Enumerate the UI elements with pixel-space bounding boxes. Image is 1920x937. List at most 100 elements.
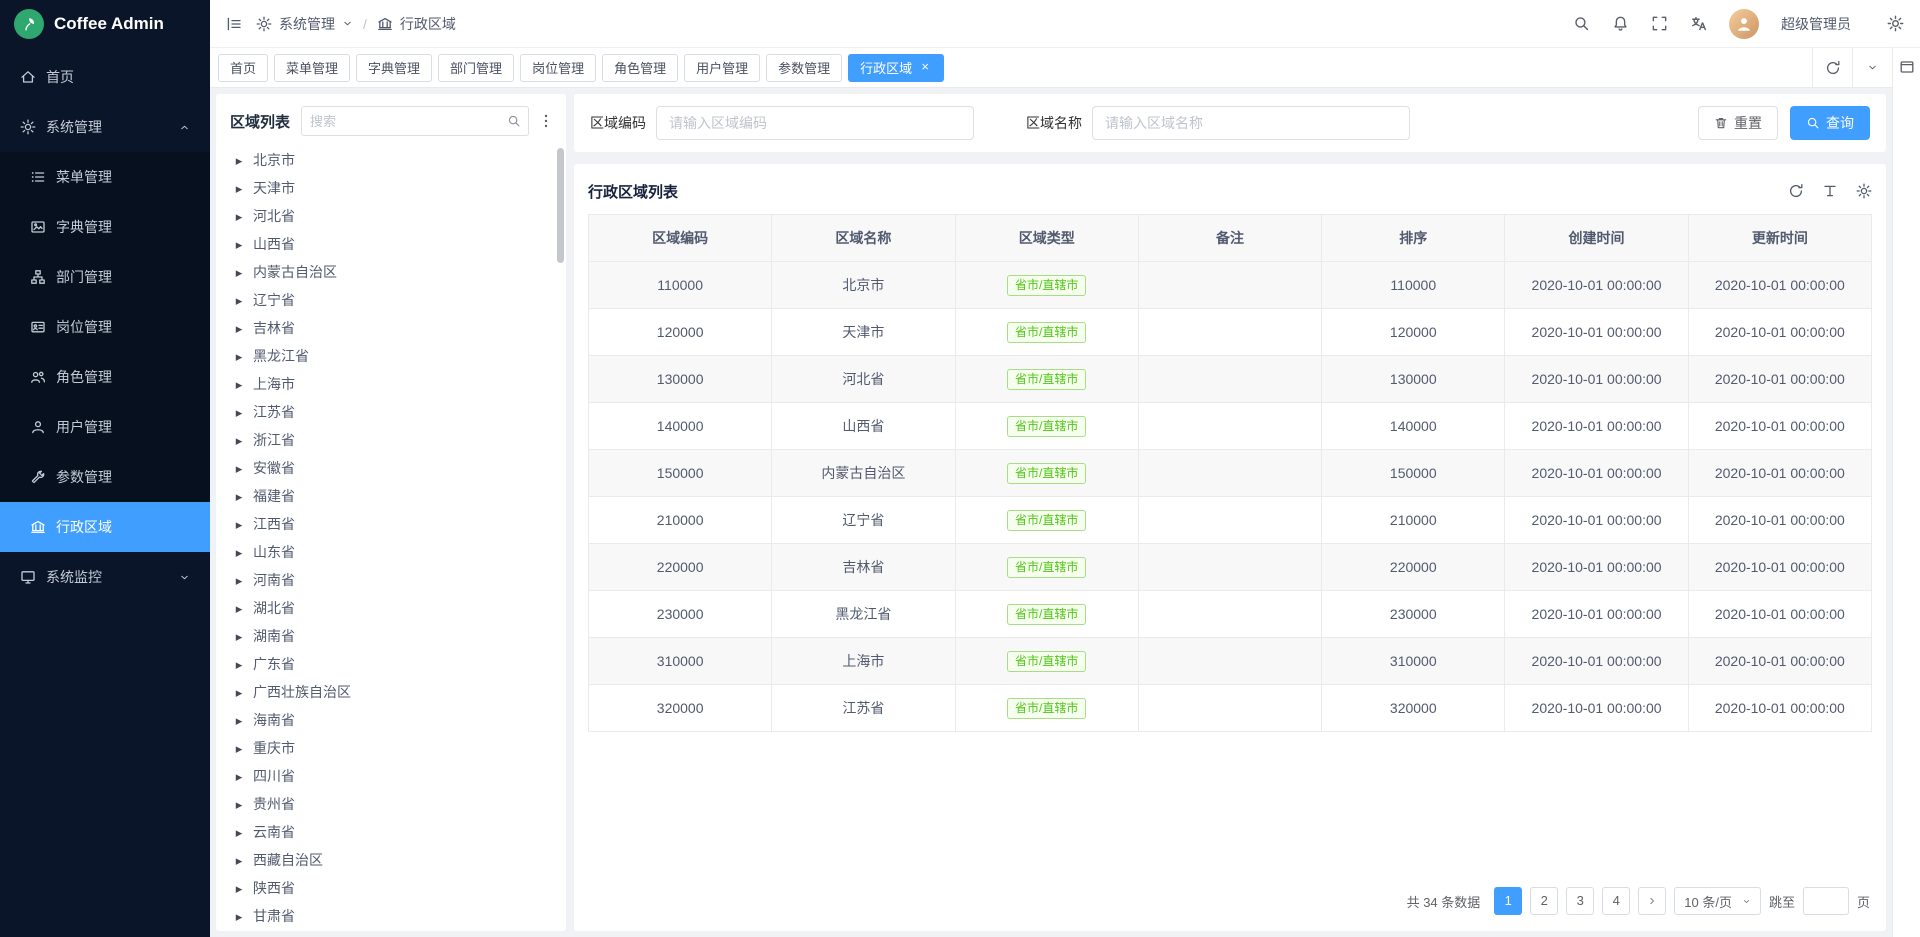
caret-right-icon[interactable] — [234, 740, 244, 757]
tree-item[interactable]: 山西省 — [228, 230, 554, 258]
page-button[interactable]: 3 — [1566, 887, 1594, 915]
caret-right-icon[interactable] — [234, 796, 244, 813]
caret-right-icon[interactable] — [234, 320, 244, 337]
bell-icon[interactable] — [1612, 15, 1629, 32]
fullscreen-icon[interactable] — [1651, 15, 1668, 32]
tree-item[interactable]: 湖南省 — [228, 622, 554, 650]
tree-item[interactable]: 内蒙古自治区 — [228, 258, 554, 286]
tree-item[interactable]: 贵州省 — [228, 790, 554, 818]
caret-right-icon[interactable] — [234, 264, 244, 281]
tree-item[interactable]: 黑龙江省 — [228, 342, 554, 370]
caret-right-icon[interactable] — [234, 180, 244, 197]
caret-right-icon[interactable] — [234, 236, 244, 253]
table-row[interactable]: 110000 北京市 省市/直辖市 110000 2020-10-01 00:0… — [589, 262, 1872, 309]
caret-right-icon[interactable] — [234, 488, 244, 505]
avatar[interactable] — [1729, 9, 1759, 39]
region-name-input[interactable] — [1092, 106, 1410, 140]
sidebar-group-monitor[interactable]: 系统监控 — [0, 552, 210, 602]
caret-right-icon[interactable] — [234, 376, 244, 393]
tree-scrollbar[interactable] — [557, 148, 564, 263]
tab-close-icon[interactable] — [918, 61, 932, 75]
caret-right-icon[interactable] — [234, 572, 244, 589]
tab[interactable]: 角色管理 — [602, 54, 678, 82]
sidebar-item-menu-management[interactable]: 菜单管理 — [0, 152, 210, 202]
tree-item[interactable]: 陕西省 — [228, 874, 554, 902]
caret-right-icon[interactable] — [234, 656, 244, 673]
sidebar-item-dept-management[interactable]: 部门管理 — [0, 252, 210, 302]
caret-right-icon[interactable] — [234, 292, 244, 309]
caret-right-icon[interactable] — [234, 824, 244, 841]
tree-search-input[interactable] — [302, 114, 500, 129]
sidebar-group-system[interactable]: 系统管理 — [0, 102, 210, 152]
table-row[interactable]: 150000 内蒙古自治区 省市/直辖市 150000 2020-10-01 0… — [589, 450, 1872, 497]
tree-item[interactable]: 四川省 — [228, 762, 554, 790]
caret-right-icon[interactable] — [234, 544, 244, 561]
table-row[interactable]: 320000 江苏省 省市/直辖市 320000 2020-10-01 00:0… — [589, 685, 1872, 732]
tab[interactable]: 菜单管理 — [274, 54, 350, 82]
sidebar-item-home[interactable]: 首页 — [0, 52, 210, 102]
tree-item[interactable]: 浙江省 — [228, 426, 554, 454]
page-size-select[interactable]: 10 条/页 — [1674, 887, 1761, 915]
sidebar-item-dict-management[interactable]: 字典管理 — [0, 202, 210, 252]
caret-right-icon[interactable] — [234, 684, 244, 701]
tree-item[interactable]: 海南省 — [228, 706, 554, 734]
table-row[interactable]: 130000 河北省 省市/直辖市 130000 2020-10-01 00:0… — [589, 356, 1872, 403]
tree-item[interactable]: 江苏省 — [228, 398, 554, 426]
tree-item[interactable]: 河北省 — [228, 202, 554, 230]
table-row[interactable]: 140000 山西省 省市/直辖市 140000 2020-10-01 00:0… — [589, 403, 1872, 450]
panel-toggle-icon[interactable] — [1899, 59, 1915, 75]
page-button[interactable]: 1 — [1494, 887, 1522, 915]
region-code-input[interactable] — [656, 106, 974, 140]
reset-button[interactable]: 重置 — [1698, 106, 1778, 140]
sidebar-item-user-management[interactable]: 用户管理 — [0, 402, 210, 452]
caret-right-icon[interactable] — [234, 712, 244, 729]
caret-right-icon[interactable] — [234, 852, 244, 869]
caret-right-icon[interactable] — [234, 516, 244, 533]
search-icon[interactable] — [1573, 15, 1590, 32]
tree-item[interactable]: 江西省 — [228, 510, 554, 538]
tab-options-button[interactable] — [1852, 48, 1892, 88]
table-row[interactable]: 230000 黑龙江省 省市/直辖市 230000 2020-10-01 00:… — [589, 591, 1872, 638]
tree-item[interactable]: 广东省 — [228, 650, 554, 678]
caret-right-icon[interactable] — [234, 432, 244, 449]
tab[interactable]: 岗位管理 — [520, 54, 596, 82]
tree-item[interactable]: 吉林省 — [228, 314, 554, 342]
tab[interactable]: 参数管理 — [766, 54, 842, 82]
tree-item[interactable]: 北京市 — [228, 146, 554, 174]
density-icon[interactable] — [1822, 183, 1838, 199]
tab[interactable]: 字典管理 — [356, 54, 432, 82]
table-row[interactable]: 310000 上海市 省市/直辖市 310000 2020-10-01 00:0… — [589, 638, 1872, 685]
tab[interactable]: 首页 — [218, 54, 268, 82]
tree-item[interactable]: 福建省 — [228, 482, 554, 510]
tree-item[interactable]: 青海省 — [228, 930, 554, 931]
caret-right-icon[interactable] — [234, 880, 244, 897]
caret-right-icon[interactable] — [234, 348, 244, 365]
caret-right-icon[interactable] — [234, 628, 244, 645]
caret-right-icon[interactable] — [234, 600, 244, 617]
tree-item[interactable]: 西藏自治区 — [228, 846, 554, 874]
tree-item[interactable]: 湖北省 — [228, 594, 554, 622]
tree-item[interactable]: 上海市 — [228, 370, 554, 398]
tree-item[interactable]: 重庆市 — [228, 734, 554, 762]
sidebar-item-role-management[interactable]: 角色管理 — [0, 352, 210, 402]
caret-right-icon[interactable] — [234, 404, 244, 421]
caret-right-icon[interactable] — [234, 768, 244, 785]
search-button[interactable]: 查询 — [1790, 106, 1870, 140]
refresh-icon[interactable] — [1788, 183, 1804, 199]
tree-item[interactable]: 广西壮族自治区 — [228, 678, 554, 706]
sidebar-item-param-management[interactable]: 参数管理 — [0, 452, 210, 502]
tree-item[interactable]: 云南省 — [228, 818, 554, 846]
tree-item[interactable]: 河南省 — [228, 566, 554, 594]
column-settings-gear-icon[interactable] — [1856, 183, 1872, 199]
tree-item[interactable]: 天津市 — [228, 174, 554, 202]
tree-more-button[interactable] — [538, 113, 554, 129]
sidebar-item-region[interactable]: 行政区域 — [0, 502, 210, 552]
tree-item[interactable]: 甘肃省 — [228, 902, 554, 930]
table-row[interactable]: 210000 辽宁省 省市/直辖市 210000 2020-10-01 00:0… — [589, 497, 1872, 544]
caret-right-icon[interactable] — [234, 908, 244, 925]
username[interactable]: 超级管理员 — [1781, 14, 1851, 34]
collapse-sidebar-icon[interactable] — [226, 16, 242, 32]
tree-item[interactable]: 安徽省 — [228, 454, 554, 482]
tree-search-button[interactable] — [500, 107, 528, 135]
translate-icon[interactable] — [1690, 15, 1707, 32]
